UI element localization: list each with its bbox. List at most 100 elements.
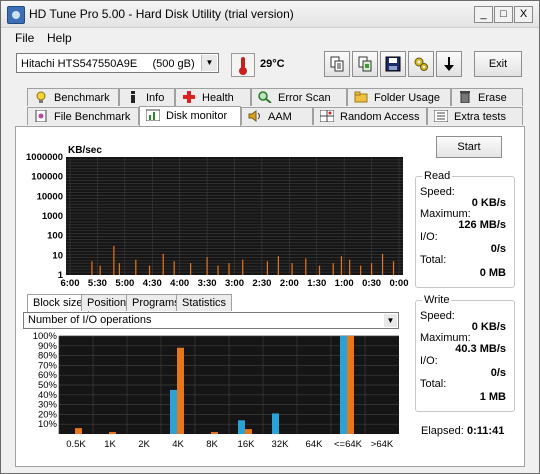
- write-stats-group: Write Speed: 0 KB/s Maximum: 40.3 MB/s I…: [415, 294, 515, 412]
- subtab-position[interactable]: Position: [81, 294, 133, 311]
- down-arrow-button[interactable]: [436, 51, 462, 77]
- temperature-value: 29°C: [260, 58, 285, 70]
- x-tick-label: 6:00: [60, 278, 79, 289]
- x-tick-label: 4K: [172, 439, 184, 450]
- menu-file[interactable]: File: [15, 31, 34, 45]
- menu-bar: File Help: [1, 28, 539, 48]
- grid-icon: [320, 110, 334, 122]
- x-tick-label: 1:30: [307, 278, 326, 289]
- write-bar: [109, 432, 116, 434]
- x-tick-label: 64K: [306, 439, 324, 450]
- io-metric-dropdown[interactable]: Number of I/O operations ▼: [23, 312, 399, 329]
- chart-title: KB/sec: [68, 145, 102, 156]
- y-tick-label: 10000: [37, 191, 63, 202]
- maximize-button[interactable]: □: [494, 6, 513, 23]
- copy-text-icon: [330, 56, 344, 72]
- x-tick-label: 3:30: [198, 278, 217, 289]
- write-bar: [347, 336, 354, 434]
- close-button[interactable]: X: [514, 6, 533, 23]
- read-bar: [272, 413, 279, 434]
- y-tick-label: 100000: [31, 172, 63, 183]
- drive-name: Hitachi HTS547550A9E (500 gB): [21, 58, 195, 70]
- copy-screenshot-icon: [358, 56, 372, 72]
- tab-erase[interactable]: Erase: [451, 88, 523, 106]
- transfer-rate-chart: KB/sec10000001000001000010001001016:00 5:…: [26, 145, 408, 289]
- tab-health[interactable]: Health: [175, 88, 251, 106]
- write-speed-label: Speed:: [420, 310, 455, 322]
- write-bar: [245, 429, 252, 434]
- app-icon: [7, 6, 25, 24]
- y-tick-label: 100: [47, 231, 63, 242]
- tab-error-scan[interactable]: Error Scan: [251, 88, 347, 106]
- list-icon: [434, 110, 448, 122]
- read-speed-value: 0 KB/s: [471, 197, 506, 209]
- read-bar: [340, 336, 347, 434]
- options-button[interactable]: [408, 51, 434, 77]
- x-tick-label: >64K: [371, 439, 394, 450]
- toolbar: Hitachi HTS547550A9E (500 gB) ▼ 29°C Exi…: [1, 48, 539, 84]
- chevron-down-icon[interactable]: ▼: [201, 55, 217, 71]
- x-tick-label: 4:30: [143, 278, 162, 289]
- x-tick-label: <=64K: [334, 439, 363, 450]
- read-io-value: 0/s: [490, 243, 506, 255]
- x-tick-label: 8K: [206, 439, 218, 450]
- copy-text-button[interactable]: [324, 51, 350, 77]
- subtab-statistics[interactable]: Statistics: [176, 294, 233, 311]
- y-tick-label: 1000000: [26, 152, 63, 163]
- write-io-value: 0/s: [490, 367, 506, 379]
- menu-help[interactable]: Help: [47, 31, 72, 45]
- bulb-icon: [36, 91, 46, 103]
- health-icon: [183, 91, 195, 103]
- thermometer-icon: [231, 53, 255, 77]
- chevron-down-icon[interactable]: ▼: [384, 314, 397, 327]
- read-speed-label: Speed:: [420, 186, 455, 198]
- write-bar: [177, 347, 184, 434]
- x-tick-label: 2K: [138, 439, 150, 450]
- write-bar: [75, 428, 82, 434]
- subtab-block-size[interactable]: Block size: [27, 294, 89, 312]
- drive-dropdown[interactable]: Hitachi HTS547550A9E (500 gB) ▼: [16, 53, 219, 73]
- minimize-button[interactable]: _: [474, 6, 493, 23]
- read-io-label: I/O:: [420, 231, 438, 243]
- copy-screenshot-button[interactable]: [352, 51, 378, 77]
- tab-file-benchmark[interactable]: File Benchmark: [27, 107, 139, 125]
- tab-info[interactable]: Info: [119, 88, 175, 106]
- tab-disk-monitor[interactable]: Disk monitor: [139, 106, 241, 126]
- x-tick-label: 5:30: [88, 278, 107, 289]
- down-arrow-icon: [444, 57, 454, 71]
- read-bar: [238, 420, 245, 434]
- speaker-icon: [248, 110, 260, 122]
- info-icon: [131, 91, 135, 103]
- read-bar: [170, 389, 177, 434]
- tab-random-access[interactable]: Random Access: [313, 107, 427, 125]
- y-tick-label: 1000: [42, 211, 63, 222]
- write-io-label: I/O:: [420, 355, 438, 367]
- window-title: HD Tune Pro 5.00 - Hard Disk Utility (tr…: [29, 7, 294, 21]
- x-tick-label: 4:00: [170, 278, 189, 289]
- x-tick-label: 5:00: [115, 278, 134, 289]
- app-window: HD Tune Pro 5.00 - Hard Disk Utility (tr…: [0, 0, 540, 474]
- file-icon: [35, 110, 47, 122]
- exit-button[interactable]: Exit: [474, 51, 522, 77]
- read-total-label: Total:: [420, 254, 447, 266]
- write-total-value: 1 MB: [479, 391, 506, 403]
- x-tick-label: 3:00: [225, 278, 244, 289]
- tab-benchmark[interactable]: Benchmark: [27, 88, 119, 106]
- tab-extra-tests[interactable]: Extra tests: [427, 107, 523, 125]
- elapsed-label: Elapsed:: [421, 425, 464, 437]
- trash-icon: [460, 91, 470, 103]
- monitor-icon: [146, 109, 160, 121]
- x-tick-label: 1:00: [335, 278, 354, 289]
- read-max-value: 126 MB/s: [458, 219, 506, 231]
- elapsed-value: 0:11:41: [467, 425, 505, 437]
- read-total-value: 0 MB: [479, 267, 506, 279]
- save-button[interactable]: [380, 51, 406, 77]
- y-tick-label: 10: [52, 250, 63, 261]
- tab-folder-usage[interactable]: Folder Usage: [347, 88, 451, 106]
- magnifier-icon: [258, 91, 272, 103]
- tab-aam[interactable]: AAM: [241, 107, 313, 125]
- start-button[interactable]: Start: [436, 136, 502, 158]
- write-speed-value: 0 KB/s: [471, 321, 506, 333]
- x-tick-label: 0:00: [389, 278, 408, 289]
- io-metric-value: Number of I/O operations: [28, 314, 152, 326]
